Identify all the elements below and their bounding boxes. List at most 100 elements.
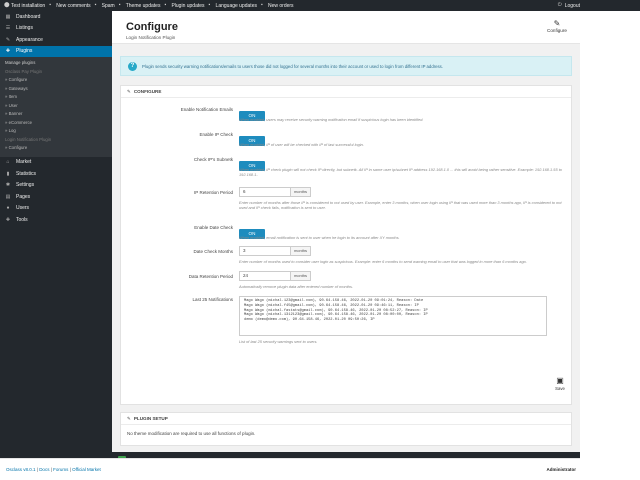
sidebar-item-dashboard[interactable]: ▦ Dashboard	[0, 11, 112, 23]
field-description: Enter number of months after those IP is…	[239, 200, 562, 211]
sidebar-item-pages[interactable]: ▤ Pages	[0, 191, 112, 203]
field-description: When enabled, IP check plugin will not c…	[239, 167, 562, 178]
market-icon: ⌂	[6, 159, 10, 166]
save-button[interactable]: ▣ Save	[551, 376, 569, 396]
field-label: Enable Notification Emails	[180, 107, 233, 112]
tools-icon: ✚	[5, 216, 11, 223]
site-name: Test installation	[11, 2, 46, 9]
question-icon: ?	[128, 61, 137, 71]
sidebar-item-label: Market	[16, 159, 32, 166]
sidebar-item-tools[interactable]: ✚ Tools	[0, 214, 112, 226]
submenu-pay-gateways[interactable]: » Gateways	[0, 85, 112, 94]
submenu-pay-ecommerce[interactable]: » eCommerce	[0, 119, 112, 128]
submenu-pay-item[interactable]: » Item	[0, 93, 112, 102]
sidebar-item-users[interactable]: ● Users	[0, 203, 112, 215]
unit-addon: months	[291, 187, 311, 197]
forums-link[interactable]: Forums	[53, 467, 68, 472]
field-description: When enabled, email notification is sent…	[239, 235, 400, 240]
wrench-icon: ✎	[553, 19, 561, 28]
wordpress-icon: ⬤	[4, 2, 10, 8]
logout-label: Logout	[564, 2, 580, 9]
sidebar-item-statistics[interactable]: ▮ Statistics	[0, 168, 112, 180]
submenu-pay-configure[interactable]: » Configure	[0, 76, 112, 85]
info-notice: ? Plugin sends security warning notifica…	[120, 56, 572, 76]
main-content: Configure Login Notification Plugin ✎ Co…	[112, 11, 580, 480]
wrench-icon: ✎	[127, 415, 131, 421]
field-label: Date Check Months	[193, 249, 233, 254]
sidebar-item-settings[interactable]: ✱ Settings	[0, 180, 112, 192]
sidebar-item-appearance[interactable]: ✎ Appearance	[0, 34, 112, 46]
field-description: List of last 25 security warnings sent t…	[239, 339, 318, 344]
date-check-input[interactable]: 3	[239, 246, 291, 256]
field-label: Enable Date Check	[194, 225, 233, 230]
sidebar-item-listings[interactable]: ☰ Listings	[0, 23, 112, 35]
sidebar-item-label: Statistics	[16, 170, 37, 177]
topbar-label: Plugin updates	[171, 2, 205, 9]
logout-icon: ⏻	[557, 2, 562, 8]
statistics-icon: ▮	[6, 170, 10, 177]
unit-addon: months	[291, 246, 311, 256]
page-subtitle: Login Notification Plugin	[126, 35, 176, 40]
submenu-login-configure[interactable]: » Configure	[0, 144, 112, 153]
topbar-item-language-updates[interactable]: ▪ Language updates	[209, 3, 257, 9]
configure-button[interactable]: ✎ Configure	[542, 19, 572, 33]
field-label: Check IP's Subnetk	[193, 157, 233, 162]
data-retention-input[interactable]: 24	[239, 271, 291, 281]
topbar-label: New comments	[56, 2, 91, 9]
topbar-item-orders[interactable]: ▪ New orders	[261, 3, 294, 9]
osclass-version-link[interactable]: Osclass v8.0.1	[6, 467, 36, 472]
panel-header: ✎ CONFIGURE	[121, 86, 571, 98]
topbar-item-site[interactable]: ⬤ Test installation	[4, 3, 45, 9]
sidebar-item-label: Pages	[16, 193, 31, 200]
language-icon: ▪	[208, 2, 211, 8]
save-label: Save	[555, 386, 565, 391]
sidebar-item-label: Settings	[16, 182, 35, 189]
field-label: Last 25 Notifications	[192, 297, 233, 302]
field-label: IP Retention Period	[194, 190, 233, 195]
ip-retention-input[interactable]: 6	[239, 187, 291, 197]
right-gutter	[580, 11, 640, 458]
sidebar-item-label: Dashboard	[16, 13, 41, 20]
field-description: When enabled, IP of user will be checked…	[239, 142, 364, 147]
page-header: Configure Login Notification Plugin ✎ Co…	[112, 11, 580, 44]
topbar-item-theme-updates[interactable]: ▪ Theme updates	[119, 3, 161, 9]
submenu-heading-login-notification: Login Notification Plugin	[5, 136, 52, 142]
appearance-icon: ✎	[5, 36, 11, 43]
panel-title: PLUGIN SETUP	[133, 416, 168, 421]
topbar-label: New orders	[267, 2, 294, 9]
sidebar-item-market[interactable]: ⌂ Market	[0, 157, 112, 169]
info-text: Plugin sends security warning notificati…	[142, 63, 444, 69]
configure-panel: ✎ CONFIGURE Enable Notification Emails ON…	[120, 85, 572, 405]
logout-link[interactable]: ⏻ Logout	[558, 3, 580, 9]
topbar-item-comments[interactable]: ▪ New comments	[49, 3, 90, 9]
topbar-item-plugin-updates[interactable]: ▪ Plugin updates	[164, 3, 204, 9]
official-market-link[interactable]: Official Market	[72, 467, 101, 472]
plugins-submenu: Manage plugins Osclass Pay Plugin » Conf…	[0, 57, 112, 157]
configure-label: Configure	[547, 28, 567, 33]
spam-icon: ▪	[94, 2, 97, 8]
submenu-pay-log[interactable]: » Log	[0, 127, 112, 136]
notifications-log-textarea[interactable]: Mago Wago (michal.123@gmail.com), 90.64.…	[239, 296, 547, 336]
admin-sidebar: ▦ Dashboard ☰ Listings ✎ Appearance ✚ Plugin…	[0, 11, 112, 480]
sidebar-item-label: Listings	[16, 25, 33, 32]
admin-user[interactable]: Administrator	[546, 467, 576, 472]
sidebar-item-label: Tools	[16, 216, 28, 223]
plugin-icon: ▪	[164, 2, 167, 8]
settings-icon: ✱	[5, 182, 11, 189]
topbar-item-spam[interactable]: ▪ Spam	[95, 3, 115, 9]
floppy-icon: ▣	[556, 376, 564, 385]
page-title: Configure	[126, 21, 178, 33]
topbar-label: Spam	[101, 2, 115, 9]
admin-footer: Osclass v8.0.1 | Docs | Forums | Officia…	[0, 458, 580, 480]
order-icon: ▪	[260, 2, 263, 8]
sidebar-item-label: Plugins	[16, 48, 33, 55]
unit-addon: months	[291, 271, 311, 281]
setup-text: No theme modification are required to us…	[127, 431, 256, 436]
pages-icon: ▤	[5, 193, 11, 200]
submenu-manage-plugins[interactable]: Manage plugins	[0, 59, 112, 68]
docs-link[interactable]: Docs	[39, 467, 49, 472]
sidebar-item-plugins[interactable]: ✚ Plugins	[0, 45, 112, 57]
submenu-pay-banner[interactable]: » Banner	[0, 110, 112, 119]
field-label: Enable IP Check	[199, 132, 233, 137]
submenu-pay-user[interactable]: » User	[0, 102, 112, 111]
